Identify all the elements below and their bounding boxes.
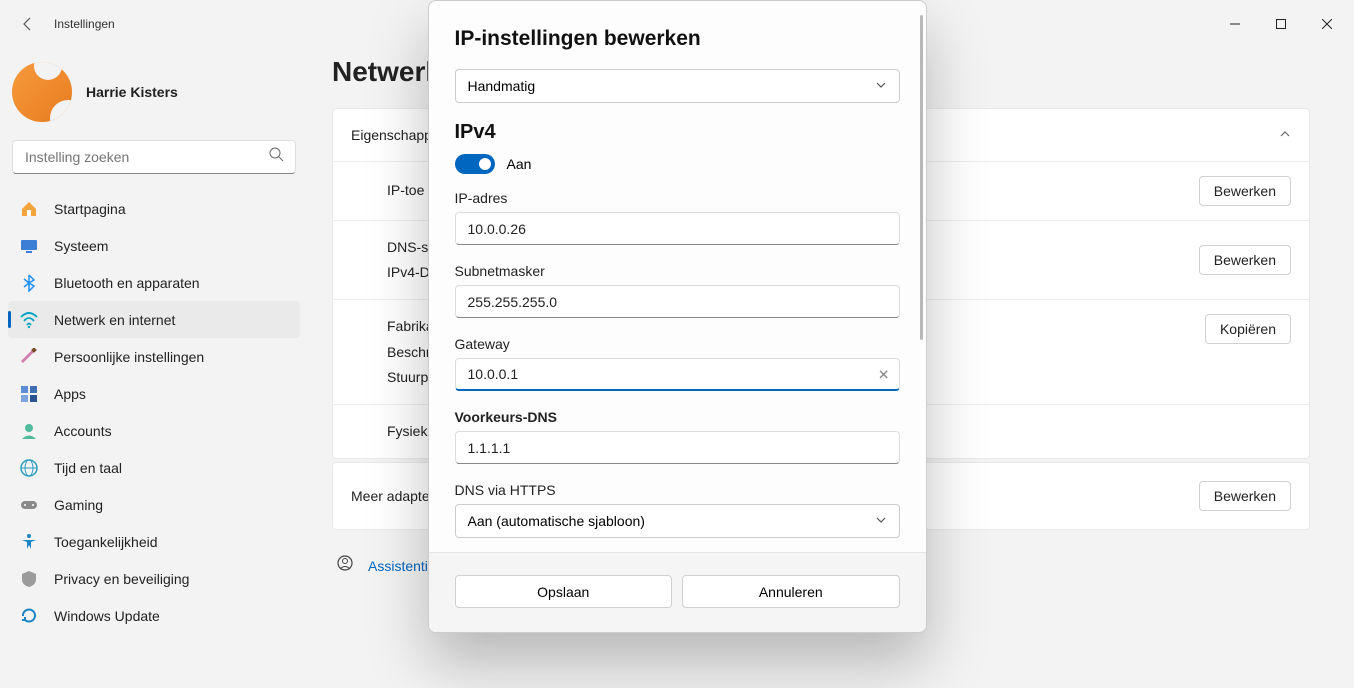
cancel-button[interactable]: Annuleren — [682, 575, 900, 608]
chevron-down-icon — [875, 78, 887, 94]
ipv4-toggle-label: Aan — [507, 156, 532, 172]
clear-input-icon[interactable]: ✕ — [878, 366, 890, 383]
ipv4-toggle[interactable] — [455, 154, 495, 174]
ip-address-label: IP-adres — [455, 190, 900, 206]
save-button[interactable]: Opslaan — [455, 575, 673, 608]
chevron-down-icon — [875, 513, 887, 529]
dialog-title: IP-instellingen bewerken — [455, 27, 900, 51]
dns-over-https-select[interactable]: Aan (automatische sjabloon) — [455, 504, 900, 538]
dialog-scrollbar[interactable] — [920, 15, 923, 340]
preferred-dns-label: Voorkeurs-DNS — [455, 409, 900, 425]
mode-select[interactable]: Handmatig — [455, 69, 900, 103]
ipv4-heading: IPv4 — [455, 121, 900, 144]
preferred-dns-input[interactable] — [455, 431, 900, 464]
gateway-input[interactable] — [455, 358, 900, 391]
ip-settings-dialog: IP-instellingen bewerken Handmatig IPv4 … — [428, 0, 927, 633]
subnet-label: Subnetmasker — [455, 263, 900, 279]
ip-address-input[interactable] — [455, 212, 900, 245]
subnet-input[interactable] — [455, 285, 900, 318]
gateway-label: Gateway — [455, 336, 900, 352]
dns-over-https-label: DNS via HTTPS — [455, 482, 900, 498]
dialog-overlay: IP-instellingen bewerken Handmatig IPv4 … — [0, 0, 1354, 688]
